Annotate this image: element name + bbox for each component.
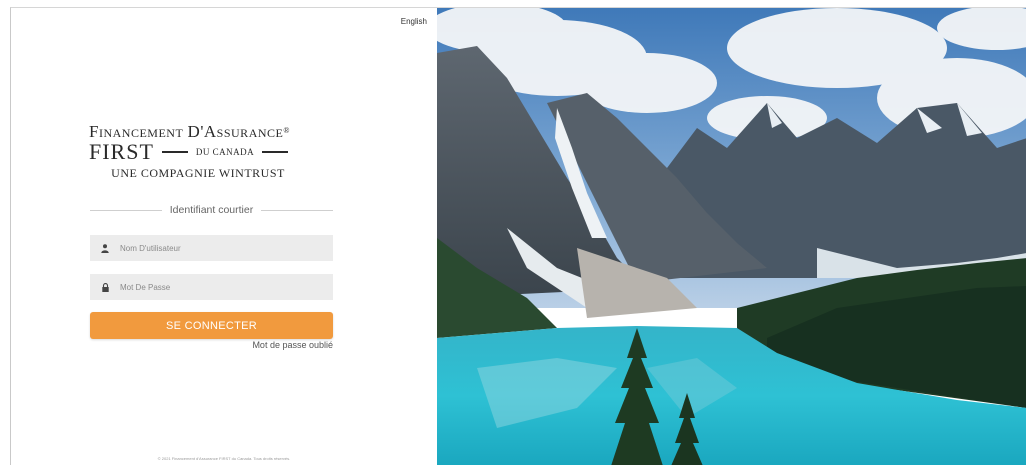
mountain-lake-illustration bbox=[437, 8, 1026, 465]
username-field[interactable] bbox=[90, 235, 333, 261]
language-switch-link[interactable]: English bbox=[401, 17, 427, 26]
logo-canada: DU CANADA bbox=[195, 147, 255, 157]
company-logo: FINANCEMENT D'ASSURANCE® FIRST DU CANADA… bbox=[89, 123, 335, 181]
logo-tagline: UNE COMPAGNIE WINTRUST bbox=[111, 166, 285, 180]
divider-right bbox=[261, 209, 333, 211]
page: English FINANCEMENT D'ASSURANCE® FIRST D… bbox=[0, 0, 1029, 467]
registered-mark: ® bbox=[283, 126, 290, 135]
logo-dash-right bbox=[262, 151, 289, 153]
login-window: English FINANCEMENT D'ASSURANCE® FIRST D… bbox=[10, 7, 1026, 465]
section-title-text: Identifiant courtier bbox=[169, 204, 254, 216]
password-field[interactable] bbox=[90, 274, 333, 300]
divider-left bbox=[90, 209, 162, 211]
logo-line-2: FIRST DU CANADA bbox=[89, 139, 335, 164]
username-input[interactable] bbox=[120, 243, 320, 253]
copyright-footer: © 2021 Financement d'Assurance FIRST du … bbox=[157, 456, 291, 461]
logo-word-2: SSURANCE bbox=[216, 126, 284, 140]
logo-first: FIRST bbox=[89, 139, 154, 164]
logo-word-2-initial: D'A bbox=[187, 122, 217, 141]
login-section-title: Identifiant courtier bbox=[90, 204, 333, 216]
hero-landscape-image bbox=[437, 8, 1026, 465]
user-icon bbox=[90, 243, 120, 253]
logo-word-1: INANCEMENT bbox=[98, 126, 184, 140]
login-button[interactable]: SE CONNECTER bbox=[90, 312, 333, 339]
login-panel: English FINANCEMENT D'ASSURANCE® FIRST D… bbox=[11, 8, 437, 465]
forgot-password-link[interactable]: Mot de passe oublié bbox=[252, 340, 333, 350]
password-input[interactable] bbox=[120, 282, 320, 292]
lock-icon bbox=[90, 282, 120, 292]
logo-dash-left bbox=[161, 151, 188, 153]
